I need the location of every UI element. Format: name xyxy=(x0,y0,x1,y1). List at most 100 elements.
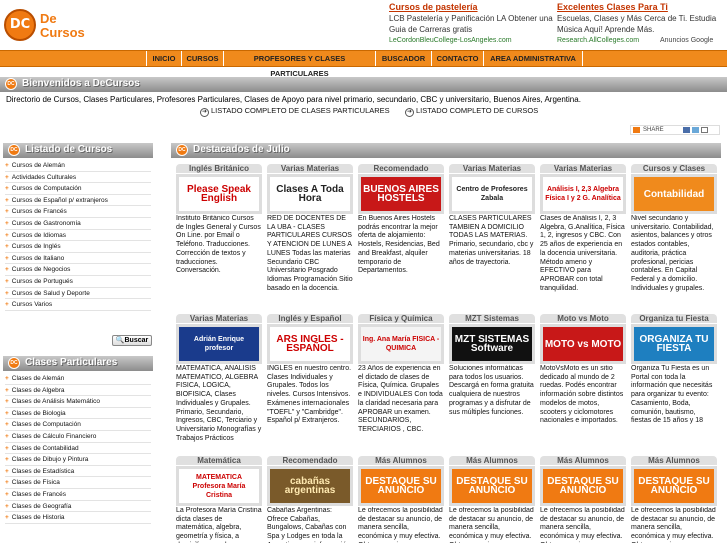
cursos-item[interactable]: Cursos de Inglés xyxy=(5,241,151,253)
featured-card[interactable]: Recomendado cabañas argentinas Cabañas Arg… xyxy=(267,456,353,545)
cursos-item[interactable]: Cursos de Negocios xyxy=(5,264,151,276)
card-description: 23 Años de experiencia en el dictado de … xyxy=(358,365,443,433)
card-banner[interactable]: DESTAQUE SU ANUNCIO xyxy=(358,466,444,506)
cursos-item[interactable]: Cursos de Italiano xyxy=(5,253,151,265)
card-description: Le ofrecemos la posibilidad de destacar … xyxy=(631,507,716,543)
link-clases-particulares[interactable]: ➜ LISTADO COMPLETO DE CLASES PARTICULARES xyxy=(200,106,390,117)
card-banner[interactable]: Adrián Enrique profesor xyxy=(176,324,262,364)
nav-inicio[interactable]: INICIO xyxy=(146,51,181,66)
clases-item[interactable]: Clases de Computación xyxy=(5,419,151,431)
cursos-item[interactable]: Actividades Culturales xyxy=(5,172,151,184)
featured-card[interactable]: Más Alumnos DESTAQUE SU ANUNCIO Le ofrecem… xyxy=(631,456,717,545)
nav-area-administrativa[interactable]: AREA ADMINISTRATIVA xyxy=(483,51,583,66)
clases-item[interactable]: Clases de Historia xyxy=(5,512,151,524)
welcome-title: Bienvenidos a DeCursos xyxy=(22,78,140,89)
link-cursos-label: LISTADO COMPLETO DE CURSOS xyxy=(416,106,539,115)
site-logo[interactable]: DC De Cursos xyxy=(4,9,88,43)
ads-by-google[interactable]: Anuncios Google xyxy=(660,37,713,44)
header: DC De Cursos Cursos de pastelería LCB Pa… xyxy=(0,0,727,50)
ad-1[interactable]: Cursos de pastelería LCB Pastelería y Pa… xyxy=(389,2,555,46)
card-banner[interactable]: cabañas argentinas xyxy=(267,466,353,506)
card-banner[interactable]: ORGANIZA TU FIESTA xyxy=(631,324,717,364)
card-category: Recomendado xyxy=(267,456,353,465)
clases-item[interactable]: Clases de Análisis Matemático xyxy=(5,396,151,408)
card-banner[interactable]: MZT SISTEMAS Software xyxy=(449,324,535,364)
destacados-header: DC Destacados de Julio xyxy=(171,143,721,158)
card-banner[interactable]: ARS INGLES - ESPAÑOL xyxy=(267,324,353,364)
card-banner[interactable]: Análisis I, 2,3 Algebra Física I y 2 G. … xyxy=(540,174,626,214)
cursos-item[interactable]: Cursos de Computación xyxy=(5,183,151,195)
cursos-item[interactable]: Cursos de Español p/ extranjeros xyxy=(5,195,151,207)
cursos-item[interactable]: Cursos de Francés xyxy=(5,206,151,218)
featured-card[interactable]: Varias Materias Clases A Toda Hora RED DE … xyxy=(267,164,353,304)
featured-card[interactable]: Inglés y Español ARS INGLES - ESPAÑOL INGL… xyxy=(267,314,353,454)
ad-1-url[interactable]: LeCordonBleuCollege-LosAngeles.com xyxy=(389,35,555,46)
featured-card[interactable]: Más Alumnos DESTAQUE SU ANUNCIO Le ofrecem… xyxy=(449,456,535,545)
card-banner[interactable]: BUENOS AIRES HOSTELS xyxy=(358,174,444,214)
share-button[interactable]: SHARE xyxy=(630,125,720,135)
ad-2-title[interactable]: Excelentes Clases Para Ti xyxy=(557,2,723,13)
nav-cursos[interactable]: CURSOS xyxy=(181,51,223,66)
clases-item[interactable]: Clases de Biologia xyxy=(5,408,151,420)
clases-item[interactable]: Clases de Física xyxy=(5,477,151,489)
logo-small-icon: DC xyxy=(8,144,20,156)
card-description: INGLES en nuestro centro. Clases Individ… xyxy=(267,365,352,425)
clases-item[interactable]: Clases de Geografía xyxy=(5,501,151,513)
card-category: Más Alumnos xyxy=(540,456,626,465)
card-banner[interactable]: MOTO vs MOTO xyxy=(540,324,626,364)
featured-card[interactable]: Cursos y Clases Contabilidad Nivel secunda… xyxy=(631,164,717,304)
cursos-item[interactable]: Cursos de Idiomas xyxy=(5,230,151,242)
nav-profesores[interactable]: PROFESORES Y CLASES PARTICULARES xyxy=(223,51,375,78)
card-banner[interactable]: Contabilidad xyxy=(631,174,717,214)
cursos-item[interactable]: Cursos Varios xyxy=(5,299,151,311)
ad-2-text: Escuelas, Clases y Más Cerca de Ti. Estu… xyxy=(557,14,717,34)
card-category: Más Alumnos xyxy=(358,456,444,465)
featured-card[interactable]: Más Alumnos DESTAQUE SU ANUNCIO Le ofrecem… xyxy=(358,456,444,545)
twitter-icon xyxy=(692,127,699,133)
card-description: Le ofrecemos la posibilidad de destacar … xyxy=(540,507,625,543)
cursos-item[interactable]: Cursos de Gastronomía xyxy=(5,218,151,230)
card-banner[interactable]: Ing. Ana María FISICA - QUIMICA xyxy=(358,324,444,364)
cursos-item[interactable]: Cursos de Alemán xyxy=(5,160,151,172)
clases-item[interactable]: Clases de Contabilidad xyxy=(5,443,151,455)
buscar-label: Buscar xyxy=(124,337,149,344)
clases-list: Clases de AlemánClases de AlgebraClases … xyxy=(5,373,151,524)
card-banner[interactable]: DESTAQUE SU ANUNCIO xyxy=(449,466,535,506)
featured-card[interactable]: Más Alumnos DESTAQUE SU ANUNCIO Le ofrecem… xyxy=(540,456,626,545)
card-description: Soluciones informáticas para todos los u… xyxy=(449,365,534,416)
card-banner[interactable]: DESTAQUE SU ANUNCIO xyxy=(631,466,717,506)
cursos-item[interactable]: Cursos de Salud y Deporte xyxy=(5,288,151,300)
card-category: Inglés y Español xyxy=(267,314,353,323)
cursos-item[interactable]: Cursos de Portugués xyxy=(5,276,151,288)
card-banner[interactable]: MATEMATICA Profesora María Cristina xyxy=(176,466,262,506)
card-banner[interactable]: Clases A Toda Hora xyxy=(267,174,353,214)
featured-card[interactable]: MZT Sistemas MZT SISTEMAS Software Solucio… xyxy=(449,314,535,454)
featured-card[interactable]: Recomendado BUENOS AIRES HOSTELS En Buenos… xyxy=(358,164,444,304)
card-banner[interactable]: Please Speak English xyxy=(176,174,262,214)
nav-buscador[interactable]: BUSCADOR xyxy=(375,51,431,66)
clases-item[interactable]: Clases de Algebra xyxy=(5,385,151,397)
featured-card[interactable]: Varias Materias Centro de Profesores Zaba… xyxy=(449,164,535,304)
card-banner[interactable]: Centro de Profesores Zabala xyxy=(449,174,535,214)
clases-item[interactable]: Clases de Francés xyxy=(5,489,151,501)
clases-item[interactable]: Clases de Alemán xyxy=(5,373,151,385)
card-banner[interactable]: DESTAQUE SU ANUNCIO xyxy=(540,466,626,506)
featured-card[interactable]: Varias Materias Adrián Enrique profesor MA… xyxy=(176,314,262,454)
nav-contacto[interactable]: CONTACTO xyxy=(431,51,483,66)
featured-card[interactable]: Inglés Británico Please Speak English Inst… xyxy=(176,164,262,304)
clases-item[interactable]: Clases de Dibujo y Pintura xyxy=(5,454,151,466)
featured-card[interactable]: Organiza tu Fiesta ORGANIZA TU FIESTA Orga… xyxy=(631,314,717,454)
featured-card[interactable]: Física y Química Ing. Ana María FISICA - … xyxy=(358,314,444,454)
link-clases-label: LISTADO COMPLETO DE CLASES PARTICULARES xyxy=(211,106,390,115)
destacados-title: Destacados de Julio xyxy=(193,144,290,155)
clases-item[interactable]: Clases de Cálculo Financiero xyxy=(5,431,151,443)
ad-1-title[interactable]: Cursos de pastelería xyxy=(389,2,555,13)
featured-card[interactable]: Matemática MATEMATICA Profesora María Cri… xyxy=(176,456,262,545)
logo-badge: DC xyxy=(4,9,36,41)
main-nav: INICIO CURSOS PROFESORES Y CLASES PARTIC… xyxy=(0,50,727,78)
clases-item[interactable]: Clases de Estadística xyxy=(5,466,151,478)
buscar-button[interactable]: 🔍Buscar xyxy=(112,335,152,346)
link-cursos[interactable]: ➜ LISTADO COMPLETO DE CURSOS xyxy=(405,106,538,117)
featured-card[interactable]: Varias Materias Análisis I, 2,3 Algebra F… xyxy=(540,164,626,304)
featured-card[interactable]: Moto vs Moto MOTO vs MOTO MotoVsMoto es un… xyxy=(540,314,626,454)
